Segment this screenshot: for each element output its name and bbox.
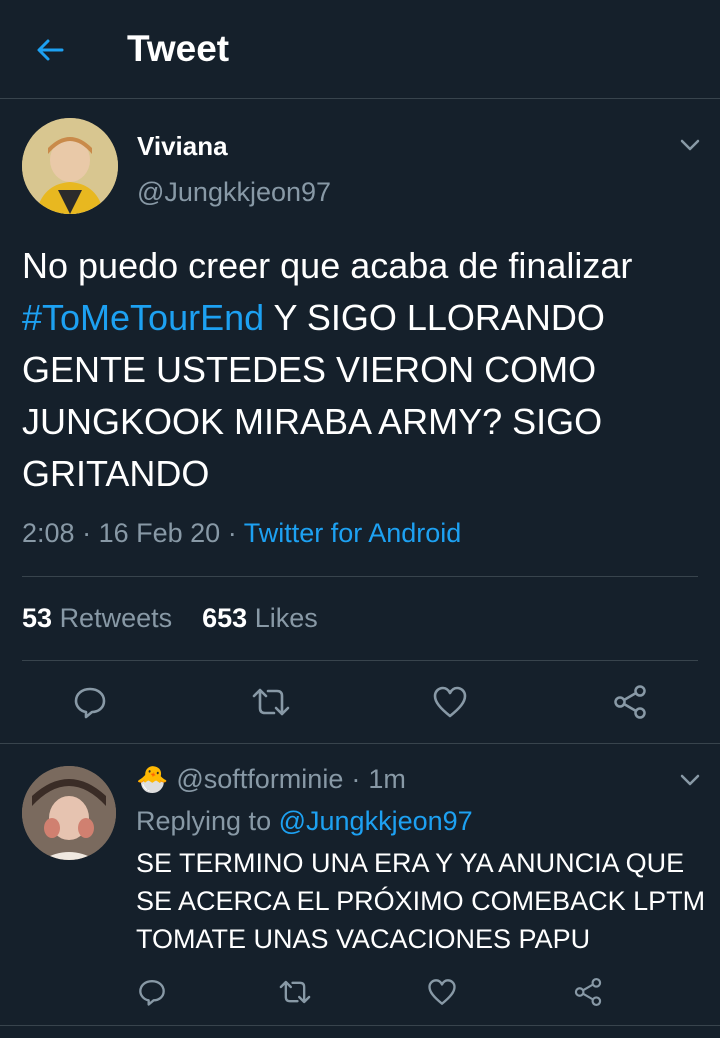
likes-count: 653 (202, 603, 248, 633)
back-arrow-icon (37, 39, 64, 61)
tweet-date: 16 Feb 20 (98, 518, 221, 548)
chevron-down-icon (680, 139, 700, 151)
author-name[interactable]: Viviana (137, 131, 228, 162)
author-handle[interactable]: @Jungkkjeon97 (137, 177, 331, 208)
back-button[interactable] (28, 30, 72, 70)
reply-retweet-button[interactable] (273, 970, 317, 1014)
hashtag-link[interactable]: #ToMeTourEnd (22, 297, 264, 338)
reply-avatar[interactable] (22, 766, 116, 860)
replying-to: Replying to @Jungkkjeon97 (136, 806, 473, 837)
meta-separator: · (82, 518, 92, 548)
reply-like-button[interactable] (420, 970, 464, 1014)
top-app-bar: Tweet (0, 0, 720, 99)
reply-text: SE TERMINO UNA ERA Y YA ANUNCIA QUE SE A… (136, 848, 706, 954)
reply-handle[interactable]: @softforminie (176, 764, 343, 795)
like-icon (433, 686, 467, 718)
tweet-menu-button[interactable] (678, 133, 702, 157)
page-title: Tweet (127, 28, 230, 69)
meta-separator: · (227, 518, 237, 548)
tweet-text-start: No puedo creer que acaba de finalizar (22, 245, 633, 286)
share-button[interactable] (608, 680, 652, 724)
chevron-down-icon (680, 774, 700, 786)
retweet-button[interactable] (249, 680, 293, 724)
reply-time: 1m (368, 764, 406, 794)
like-icon (428, 979, 456, 1005)
retweets-count: 53 (22, 603, 53, 633)
reply-reply-button[interactable] (130, 970, 174, 1014)
likes-label: Likes (254, 603, 318, 633)
retweets-label: Retweets (59, 603, 173, 633)
divider (22, 576, 698, 577)
reply-icon (74, 687, 106, 719)
tweet-meta: 2:08 · 16 Feb 20 · Twitter for Android (22, 518, 461, 549)
like-button[interactable] (428, 680, 472, 724)
avatar[interactable] (22, 118, 118, 214)
retweet-icon (279, 980, 311, 1004)
retweets-stat[interactable]: 53 Retweets (22, 603, 172, 633)
divider (22, 660, 698, 661)
tweet-text: No puedo creer que acaba de finalizar #T… (22, 240, 712, 500)
reply-header: 🐣 @softforminie · 1m (136, 764, 406, 795)
tweet-stats: 53 Retweets 653 Likes (22, 603, 318, 634)
meta-separator: · (351, 764, 361, 794)
reply-icon (139, 980, 165, 1006)
share-icon (614, 685, 646, 719)
retweet-icon (252, 688, 290, 716)
replying-handle-link[interactable]: @Jungkkjeon97 (279, 806, 473, 836)
reply-menu-button[interactable] (678, 768, 702, 792)
divider (0, 1025, 720, 1026)
tweet-source-link[interactable]: Twitter for Android (244, 518, 462, 548)
reply-button[interactable] (68, 680, 112, 724)
chick-emoji-icon: 🐣 (136, 764, 169, 794)
share-icon (574, 978, 602, 1006)
section-divider (0, 743, 720, 744)
likes-stat[interactable]: 653 Likes (202, 603, 318, 633)
replying-label: Replying to (136, 806, 272, 836)
tweet-time: 2:08 (22, 518, 75, 548)
reply-share-button[interactable] (566, 970, 610, 1014)
